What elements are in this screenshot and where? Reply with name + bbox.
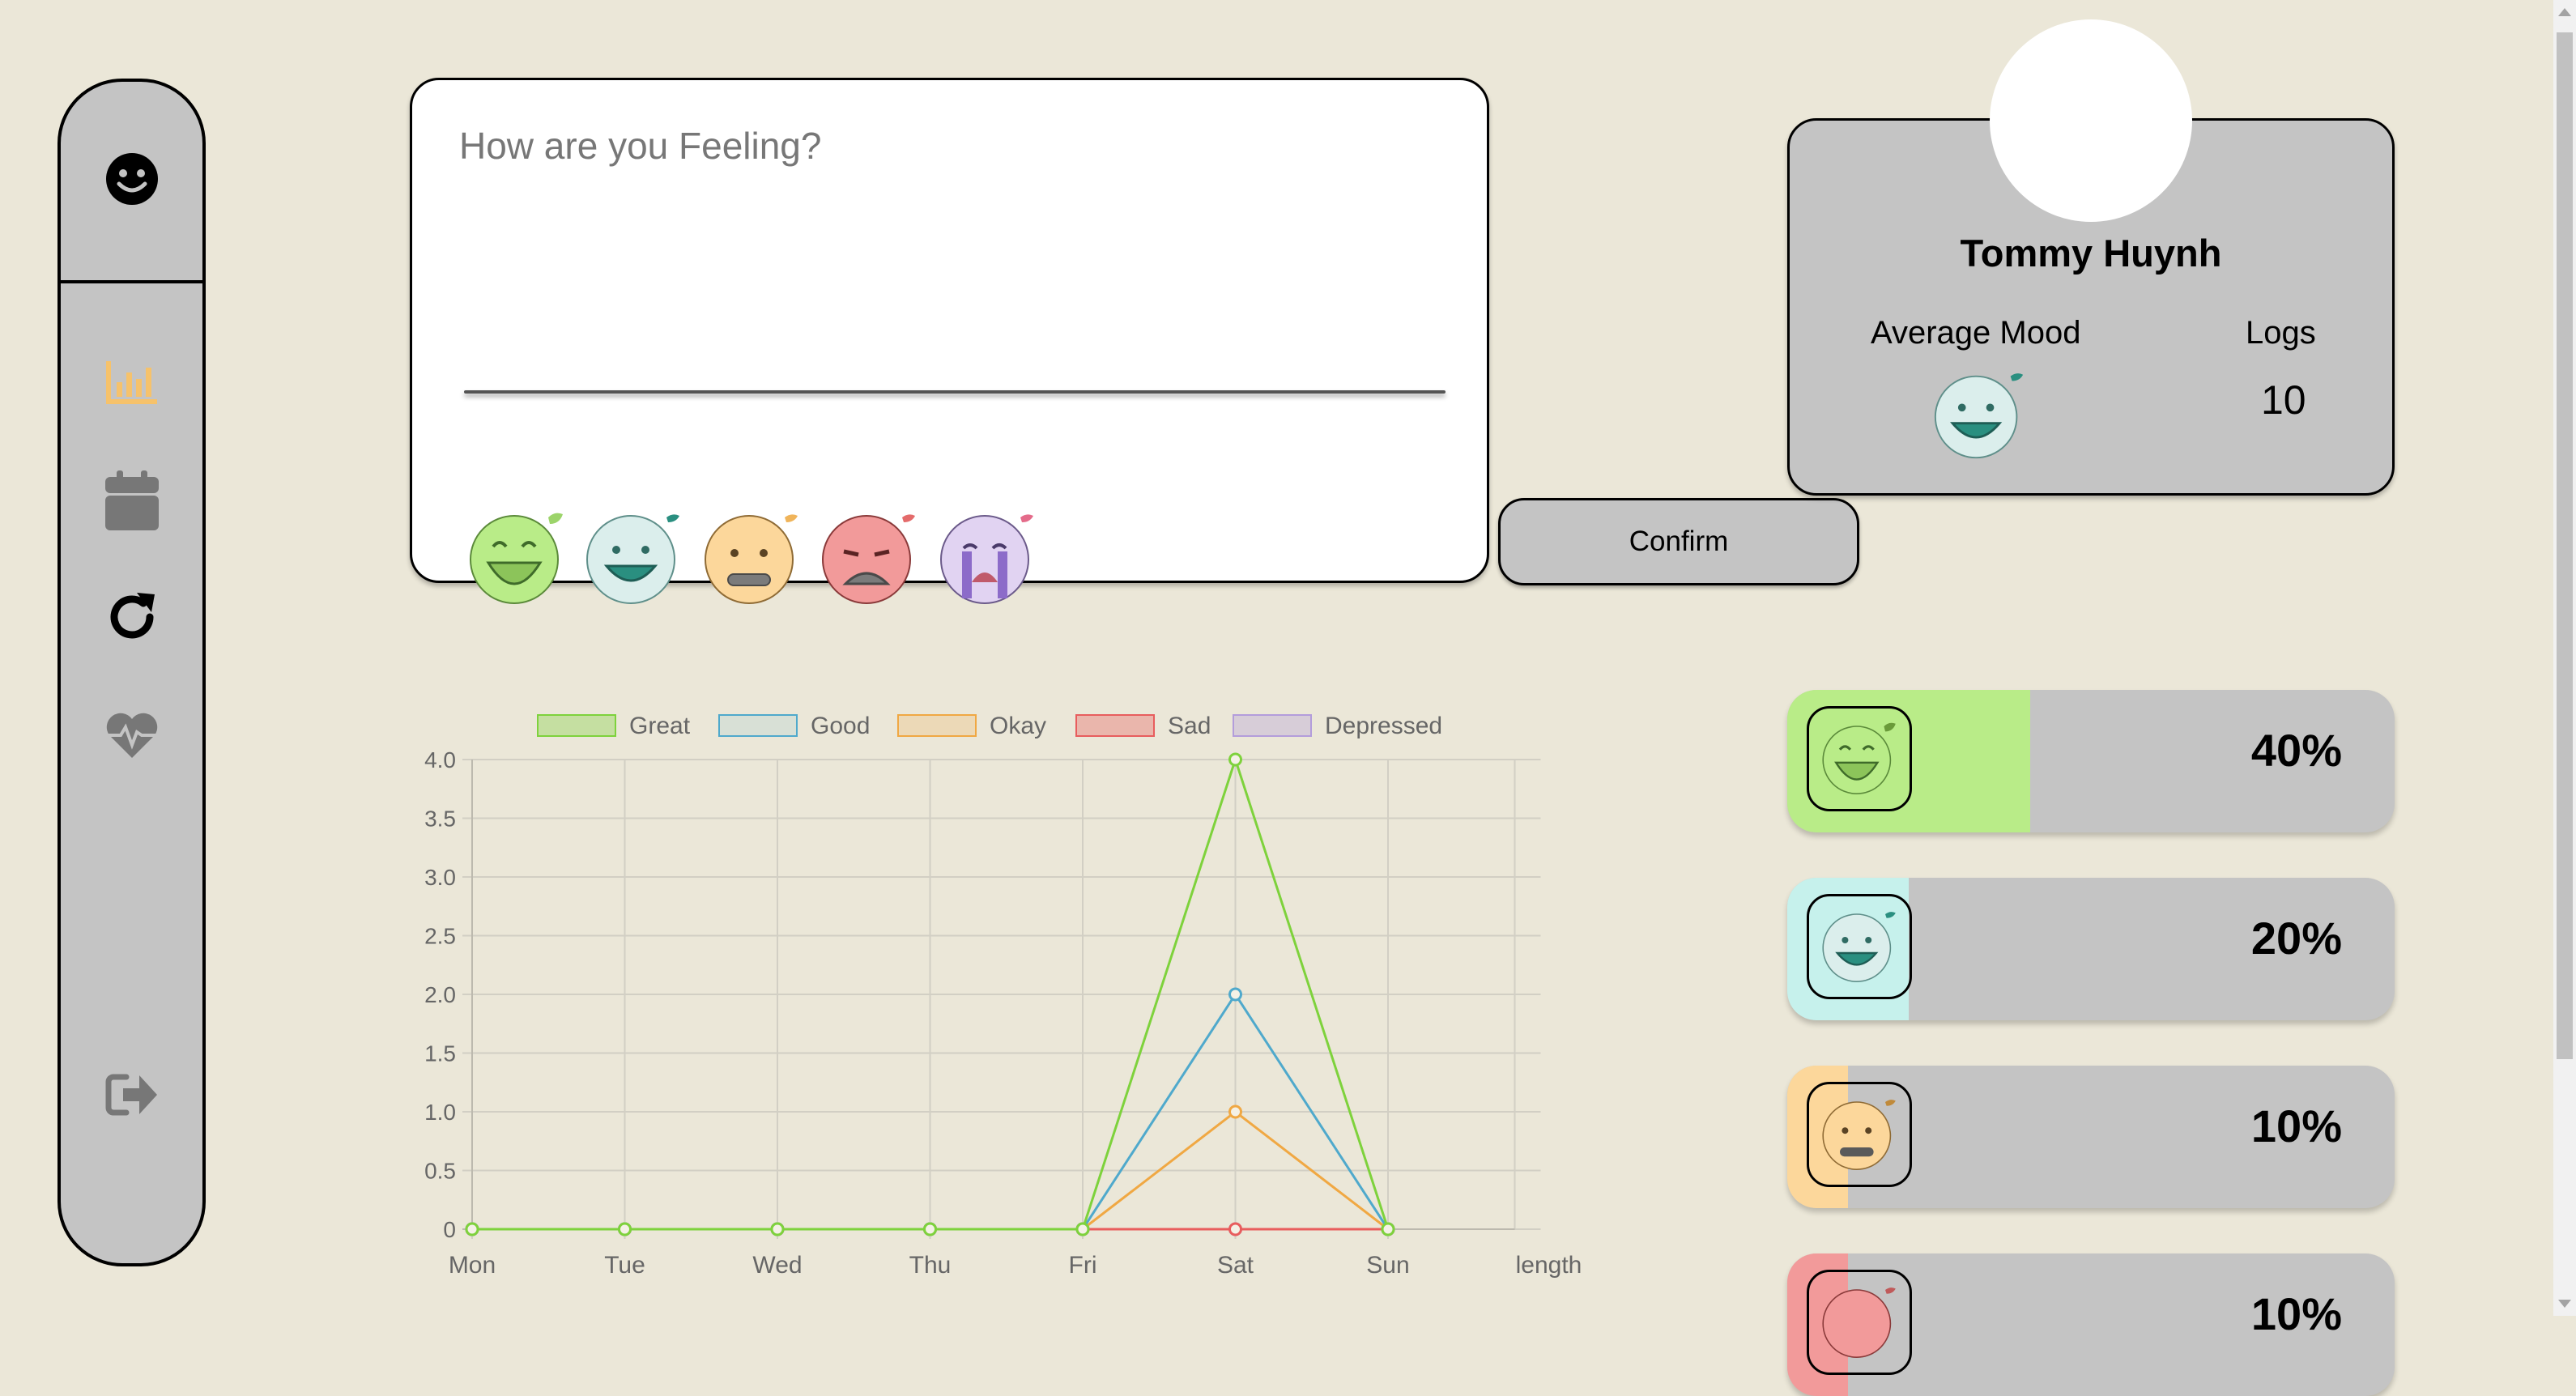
chart-point-great <box>1075 1222 1090 1236</box>
chart-y-tick-label: 2.5 <box>424 924 456 949</box>
chart-y-tick-label: 2.0 <box>424 982 456 1007</box>
good-face-icon <box>1807 894 1912 999</box>
good-face-icon <box>586 514 679 604</box>
average-mood-icon <box>1932 368 2026 462</box>
feeling-input[interactable] <box>458 122 1441 296</box>
chart-y-tick-label: 0.5 <box>424 1159 456 1184</box>
mood-bar-great: 40% <box>1787 690 2395 832</box>
chart-x-tick-label: Wed <box>752 1252 802 1279</box>
nav-item-stats[interactable] <box>61 346 202 419</box>
mood-option-great[interactable] <box>469 509 566 606</box>
mood-option-depressed[interactable] <box>939 509 1037 606</box>
logs-label: Logs <box>2246 315 2316 351</box>
weekly-mood-chart: Great Good Okay Sad Depressed 0 0.5 1.0 1.5 2.0 2… <box>397 696 1595 1296</box>
depressed-face-icon <box>940 514 1033 604</box>
mood-option-okay[interactable] <box>704 509 801 606</box>
chart-x-tick-label: Tue <box>604 1252 645 1279</box>
chart-plot: 0 0.5 1.0 1.5 2.0 2.5 3.0 3.5 4.0 Mon Tue Wed Thu Fri… <box>424 747 1582 1279</box>
nav-item-refresh[interactable] <box>61 581 202 653</box>
page-scrollbar[interactable] <box>2553 0 2576 1316</box>
sad-face-icon <box>822 514 915 604</box>
mood-bar-good: 20% <box>1787 878 2395 1020</box>
chart-point-great <box>923 1222 937 1236</box>
mood-bar-okay: 10% <box>1787 1066 2395 1208</box>
bar-chart-icon <box>105 361 157 404</box>
great-face-icon <box>1807 706 1912 811</box>
chart-x-tick-label: Sat <box>1217 1252 1254 1279</box>
chart-y-tick-label: 1.0 <box>424 1100 456 1125</box>
mood-percent: 40% <box>2250 725 2342 776</box>
chart-point-great <box>1228 752 1242 767</box>
chart-x-tick-label: Mon <box>449 1252 496 1279</box>
okay-face-icon <box>705 514 798 604</box>
mood-bar-sad: 10% <box>1787 1253 2395 1396</box>
mood-percent: 10% <box>2250 1100 2342 1151</box>
refresh-icon <box>110 593 155 639</box>
nav-item-health[interactable] <box>61 699 202 772</box>
mood-entry-card: Confirm <box>410 78 1859 604</box>
smile-icon <box>105 153 158 205</box>
chart-y-tick-label: 4.0 <box>424 747 456 772</box>
chart-point-good <box>1228 987 1242 1002</box>
mood-percent: 10% <box>2250 1288 2342 1339</box>
sidebar-header <box>61 82 202 283</box>
chart-point-okay <box>1228 1104 1242 1119</box>
mood-percent: 20% <box>2250 913 2342 964</box>
chart-y-tick-label: 0 <box>443 1217 456 1242</box>
scroll-down-icon[interactable] <box>2558 1300 2571 1308</box>
nav-item-logout[interactable] <box>61 1058 202 1131</box>
logs-value: 10 <box>2261 377 2306 423</box>
chart-x-tick-label: Fri <box>1069 1252 1097 1279</box>
confirm-button[interactable]: Confirm <box>1498 498 1859 585</box>
heart-pulse-icon <box>105 713 158 758</box>
nav-item-calendar[interactable] <box>61 464 202 537</box>
average-mood-label: Average Mood <box>1871 315 2081 351</box>
input-underline <box>464 390 1446 394</box>
okay-face-icon <box>1807 1082 1912 1187</box>
great-face-icon <box>470 513 563 604</box>
mood-option-sad[interactable] <box>821 509 918 606</box>
logout-icon <box>105 1074 157 1116</box>
mood-option-good[interactable] <box>585 509 683 606</box>
chart-y-tick-label: 1.5 <box>424 1041 456 1066</box>
scroll-up-icon[interactable] <box>2558 8 2571 16</box>
chart-point-great <box>770 1222 785 1236</box>
avatar[interactable] <box>1990 19 2192 222</box>
sidebar <box>57 79 206 1266</box>
chart-x-tick-label: Sun <box>1366 1252 1409 1279</box>
nav-item-dashboard[interactable] <box>104 151 160 211</box>
scrollbar-thumb[interactable] <box>2557 32 2573 1059</box>
profile-name: Tommy Huynh <box>1960 232 2222 275</box>
chart-y-tick-label: 3.0 <box>424 865 456 890</box>
chart-x-tick-label: Thu <box>909 1252 952 1279</box>
sad-face-icon <box>1807 1270 1912 1375</box>
chart-x-tick-label: length <box>1516 1252 1582 1279</box>
chart-point-great <box>618 1222 632 1236</box>
chart-y-tick-label: 3.5 <box>424 807 456 832</box>
chart-point-great <box>1381 1222 1395 1236</box>
chart-point-sad <box>1228 1222 1242 1236</box>
calendar-icon <box>104 470 159 530</box>
chart-point-great <box>465 1222 479 1236</box>
